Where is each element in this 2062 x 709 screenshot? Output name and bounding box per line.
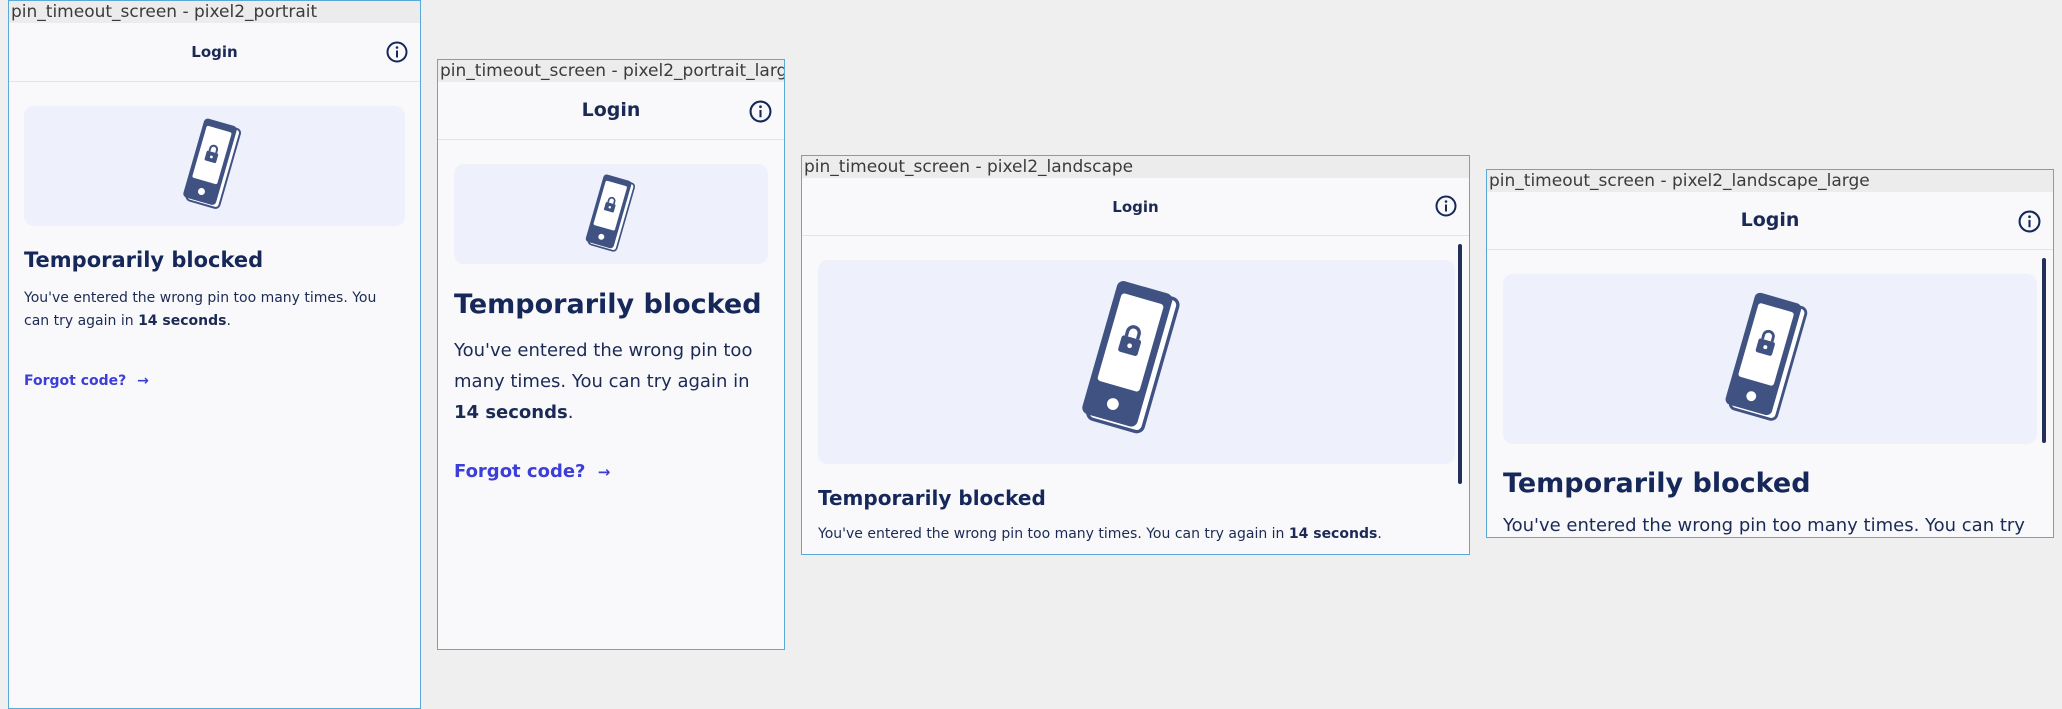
- device-frame-portrait: pin_timeout_screen - pixel2_portrait Log…: [8, 0, 421, 709]
- frame-label: pin_timeout_screen - pixel2_portrait: [9, 1, 420, 23]
- blocked-heading: Temporarily blocked: [454, 289, 762, 320]
- blocked-message: You've entered the wrong pin too many ti…: [454, 340, 753, 423]
- locked-phone-illustration: [585, 174, 636, 252]
- arrow-right-icon: →: [597, 463, 611, 481]
- blocked-heading: Temporarily blocked: [818, 486, 1046, 510]
- frame-label: pin_timeout_screen - pixel2_portrait_lar…: [438, 60, 784, 82]
- forgot-code-link[interactable]: Forgot code? →: [454, 461, 610, 482]
- app-bar: Login: [802, 178, 1469, 236]
- countdown-value: 14 seconds: [138, 313, 227, 329]
- frame-label: pin_timeout_screen - pixel2_landscape: [802, 156, 1469, 178]
- app-bar: Login: [9, 23, 420, 82]
- app-bar: Login: [1487, 192, 2053, 250]
- lock-illustration-card: [1503, 274, 2037, 444]
- scrollbar[interactable]: [2042, 258, 2046, 443]
- page-title: Login: [191, 43, 238, 61]
- blocked-message: You've entered the wrong pin too many ti…: [1503, 515, 2025, 536]
- lock-illustration-card: [818, 260, 1455, 464]
- countdown-value: 14 seconds: [1288, 526, 1378, 542]
- app-bar: Login: [438, 82, 784, 140]
- device-frame-portrait-large: pin_timeout_screen - pixel2_portrait_lar…: [437, 59, 785, 650]
- locked-phone-illustration: [183, 118, 242, 209]
- blocked-message: You've entered the wrong pin too many ti…: [818, 526, 1382, 542]
- locked-phone-illustration: [1082, 281, 1180, 434]
- blocked-message: You've entered the wrong pin too many ti…: [24, 290, 377, 329]
- arrow-right-icon: →: [137, 373, 149, 389]
- scrollbar[interactable]: [1458, 244, 1462, 484]
- forgot-code-link[interactable]: Forgot code? →: [24, 373, 149, 389]
- device-frame-landscape: pin_timeout_screen - pixel2_landscape Lo…: [801, 155, 1470, 555]
- info-icon[interactable]: [749, 100, 772, 123]
- blocked-heading: Temporarily blocked: [1503, 468, 1811, 499]
- blocked-heading: Temporarily blocked: [24, 248, 264, 272]
- device-frame-landscape-large: pin_timeout_screen - pixel2_landscape_la…: [1486, 169, 2054, 538]
- info-icon[interactable]: [386, 41, 408, 63]
- locked-phone-illustration: [1725, 292, 1808, 421]
- lock-illustration-card: [24, 106, 405, 226]
- lock-illustration-card: [454, 164, 768, 264]
- countdown-value: 14 seconds: [454, 402, 568, 423]
- frame-label: pin_timeout_screen - pixel2_landscape_la…: [1487, 170, 2053, 192]
- page-title: Login: [581, 99, 641, 121]
- page-title: Login: [1740, 209, 1800, 231]
- info-icon[interactable]: [2018, 210, 2041, 233]
- info-icon[interactable]: [1435, 195, 1457, 217]
- page-title: Login: [1112, 198, 1159, 216]
